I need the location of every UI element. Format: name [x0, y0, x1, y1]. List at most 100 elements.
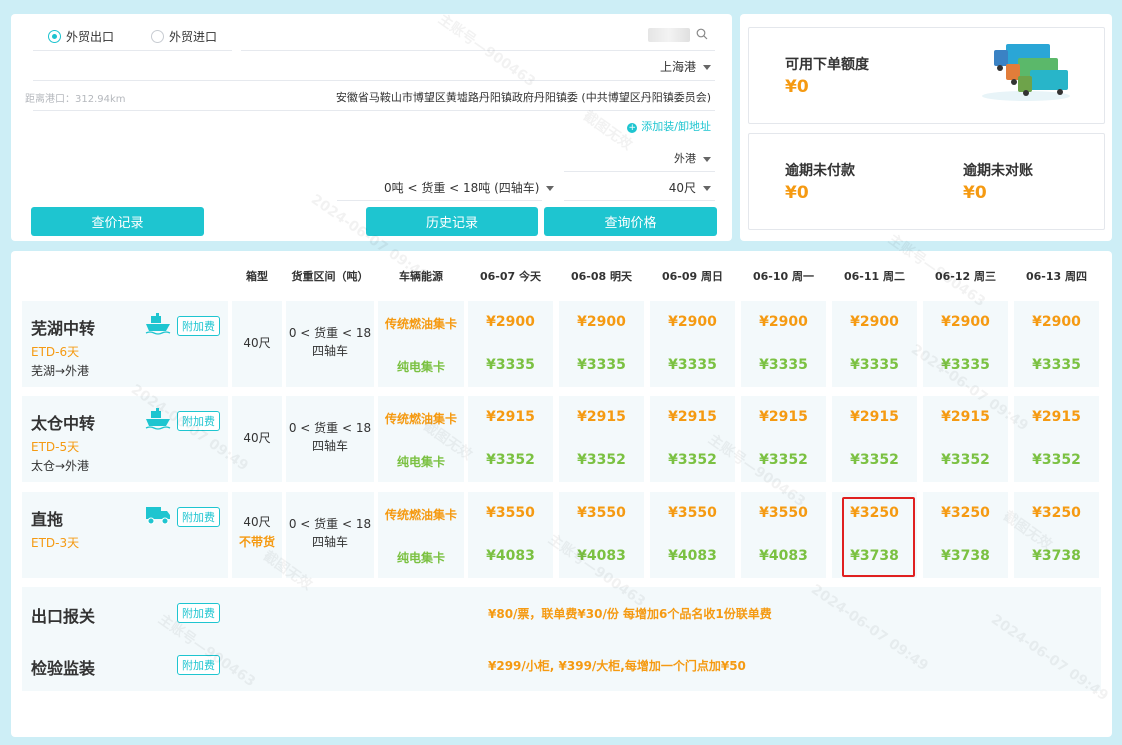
query-form-panel: 外贸出口 外贸进口 上海港 距离港口：312.94km 安徽省马鞍山市博望区黄墟… — [11, 14, 732, 241]
header-date: 06-07 今天 — [479, 270, 541, 283]
box-type: 40尺 — [243, 336, 271, 350]
fee-badge[interactable]: 附加费 — [177, 411, 220, 431]
route-name: 太仓中转 — [31, 414, 96, 433]
truck-icon — [146, 507, 170, 525]
price-electric[interactable]: ¥3352 — [1012, 452, 1101, 468]
axle-type: 四轴车 — [311, 439, 348, 453]
fee-badge[interactable]: 附加费 — [177, 507, 220, 527]
price-fuel[interactable]: ¥3550 — [739, 505, 828, 521]
price-electric[interactable]: ¥3738 — [1012, 548, 1101, 564]
credit-card: 可用下单额度 ¥0 — [748, 27, 1105, 124]
price-fuel[interactable]: ¥2915 — [921, 409, 1010, 425]
fee-badge-customs[interactable]: 附加费 — [177, 603, 220, 623]
harbor-select[interactable]: 外港 — [674, 150, 711, 166]
price-fuel[interactable]: ¥2915 — [830, 409, 919, 425]
overdue-unreconciled-value: ¥0 — [963, 183, 987, 203]
price-fuel[interactable]: ¥2915 — [466, 409, 555, 425]
ship-icon — [145, 313, 171, 335]
route-path: 芜湖→外港 — [31, 364, 90, 378]
chevron-down-icon — [703, 65, 711, 70]
radio-export[interactable]: 外贸出口 — [48, 28, 114, 45]
price-fuel[interactable]: ¥2900 — [1012, 314, 1101, 330]
price-fuel[interactable]: ¥2915 — [648, 409, 737, 425]
price-fuel[interactable]: ¥3250 — [1012, 505, 1101, 521]
container-select[interactable]: 40尺 — [669, 179, 711, 196]
radio-import[interactable]: 外贸进口 — [151, 28, 217, 45]
price-electric[interactable]: ¥3352 — [921, 452, 1010, 468]
price-electric[interactable]: ¥3335 — [466, 357, 555, 373]
energy-fuel: 传统燃油集卡 — [384, 317, 457, 331]
price-fuel[interactable]: ¥3550 — [557, 505, 646, 521]
energy-electric: 纯电集卡 — [396, 360, 445, 374]
price-electric[interactable]: ¥3335 — [921, 357, 1010, 373]
price-electric[interactable]: ¥3352 — [830, 452, 919, 468]
overdue-unreconciled-label: 逾期未对账 — [963, 163, 1033, 179]
etd-label: ETD-6天 — [31, 345, 80, 359]
header-box: 箱型 — [246, 270, 268, 283]
extra-name-customs: 出口报关 — [31, 607, 96, 626]
price-fuel[interactable]: ¥3550 — [466, 505, 555, 521]
price-fuel[interactable]: ¥2915 — [1012, 409, 1101, 425]
price-fuel[interactable]: ¥2915 — [557, 409, 646, 425]
header-date: 06-11 周二 — [843, 270, 905, 283]
price-electric[interactable]: ¥3335 — [830, 357, 919, 373]
fee-badge[interactable]: 附加费 — [177, 316, 220, 336]
price-fuel[interactable]: ¥2900 — [830, 314, 919, 330]
extra-text-inspection: ¥299/小柜, ¥399/大柜,每增加一个门点加¥50 — [488, 659, 746, 673]
price-electric[interactable]: ¥3335 — [1012, 357, 1101, 373]
price-records-button[interactable]: 查价记录 — [31, 207, 204, 236]
add-address-link[interactable]: + 添加装/卸地址 — [627, 118, 711, 134]
price-electric[interactable]: ¥4083 — [466, 548, 555, 564]
credit-value: ¥0 — [785, 77, 809, 97]
price-fuel[interactable]: ¥3250 — [921, 505, 1010, 521]
price-electric[interactable]: ¥3738 — [921, 548, 1010, 564]
fee-badge-inspection[interactable]: 附加费 — [177, 655, 220, 675]
price-electric[interactable]: ¥3352 — [739, 452, 828, 468]
price-fuel[interactable]: ¥2900 — [466, 314, 555, 330]
axle-type: 四轴车 — [311, 535, 348, 549]
energy-fuel: 传统燃油集卡 — [384, 412, 457, 426]
chevron-down-icon — [546, 186, 555, 191]
history-button[interactable]: 历史记录 — [366, 207, 538, 236]
price-highlight-box — [842, 497, 915, 577]
etd-label: ETD-3天 — [31, 536, 80, 550]
price-fuel[interactable]: ¥2900 — [648, 314, 737, 330]
price-table: 箱型 货重区间（吨） 车辆能源 06-07 今天 06-08 明天 06-09 周日… — [11, 251, 1112, 737]
price-electric[interactable]: ¥3335 — [739, 357, 828, 373]
price-electric[interactable]: ¥3352 — [648, 452, 737, 468]
search-icon[interactable] — [696, 28, 708, 40]
no-cargo-label: 不带货 — [238, 535, 275, 549]
account-summary-panel: 可用下单额度 ¥0 逾期未付款 ¥0 逾期未对账 ¥0 — [740, 14, 1112, 241]
price-electric[interactable]: ¥4083 — [557, 548, 646, 564]
address-field[interactable]: 安徽省马鞍山市博望区黄墟路丹阳镇政府丹阳镇委 (中共博望区丹阳镇委员会) — [336, 89, 711, 105]
etd-label: ETD-5天 — [31, 440, 80, 454]
header-date: 06-12 周三 — [934, 270, 996, 283]
cargo-weight-select[interactable]: 0吨 < 货重 < 18吨 (四轴车) — [384, 179, 555, 196]
energy-electric: 纯电集卡 — [396, 455, 445, 469]
price-fuel[interactable]: ¥2900 — [921, 314, 1010, 330]
price-electric[interactable]: ¥3352 — [466, 452, 555, 468]
price-fuel[interactable]: ¥3550 — [648, 505, 737, 521]
query-price-button[interactable]: 查询价格 — [544, 207, 717, 236]
plus-circle-icon: + — [627, 123, 638, 133]
price-electric[interactable]: ¥3335 — [648, 357, 737, 373]
header-date: 06-10 周一 — [752, 270, 814, 283]
port-select[interactable]: 上海港 — [660, 58, 711, 75]
header-date: 06-13 周四 — [1025, 270, 1087, 283]
price-electric[interactable]: ¥4083 — [648, 548, 737, 564]
extra-text-customs: ¥80/票，联单费¥30/份 每增加6个品名收1份联单费 — [488, 607, 772, 621]
extra-name-inspection: 检验监装 — [31, 659, 96, 678]
header-energy: 车辆能源 — [399, 270, 443, 283]
price-electric[interactable]: ¥4083 — [739, 548, 828, 564]
route-path: 太仓→外港 — [31, 459, 90, 473]
search-input[interactable] — [648, 28, 690, 42]
price-fuel[interactable]: ¥2915 — [739, 409, 828, 425]
header-weight: 货重区间（吨） — [291, 270, 369, 283]
radio-checked-icon — [48, 30, 61, 43]
price-fuel[interactable]: ¥2900 — [557, 314, 646, 330]
price-electric[interactable]: ¥3335 — [557, 357, 646, 373]
price-electric[interactable]: ¥3352 — [557, 452, 646, 468]
price-fuel[interactable]: ¥2900 — [739, 314, 828, 330]
chevron-down-icon — [703, 156, 711, 162]
route-name: 直拖 — [31, 510, 64, 529]
